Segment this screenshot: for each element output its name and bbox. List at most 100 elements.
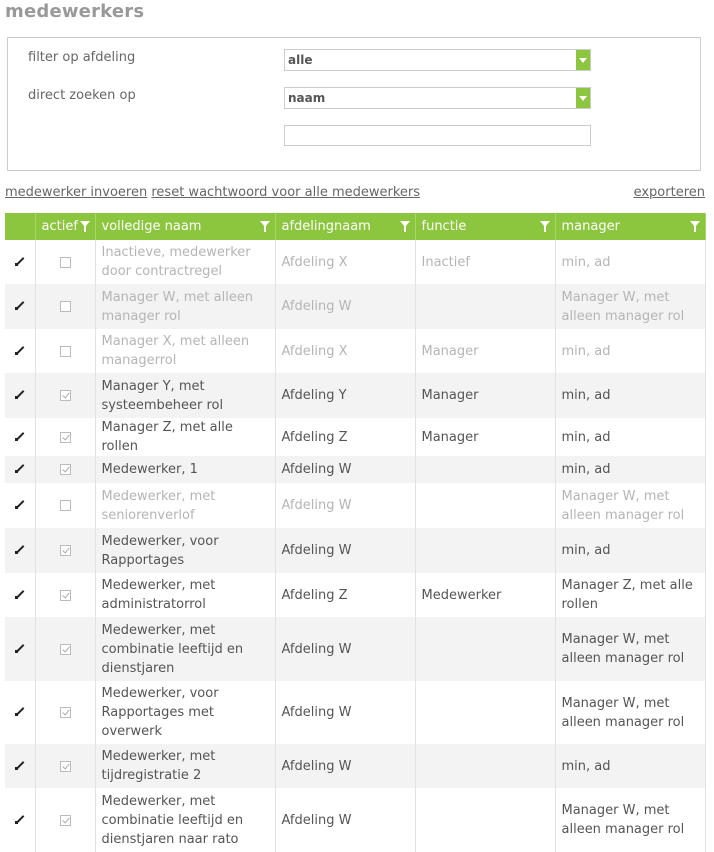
chevron-down-icon[interactable] <box>576 50 590 70</box>
pencil-icon[interactable] <box>14 814 25 824</box>
active-checkbox <box>59 301 71 312</box>
export-link[interactable]: exporteren <box>634 185 705 200</box>
header-function-label: functie <box>421 219 467 234</box>
chevron-down-icon[interactable] <box>576 88 590 108</box>
manager-cell: min, ad <box>555 528 706 573</box>
active-cell <box>35 573 96 617</box>
table-row[interactable]: Medewerker, met administratorrol Afdeling… <box>5 573 706 617</box>
funnel-icon[interactable] <box>539 221 550 232</box>
edit-cell[interactable] <box>5 528 36 573</box>
manager-cell: Manager W, met alleen manager rol <box>555 483 706 528</box>
edit-cell[interactable] <box>5 284 36 329</box>
active-checkbox <box>59 545 71 556</box>
department-select[interactable]: alle <box>284 49 591 71</box>
department-cell: Afdeling W <box>275 284 416 329</box>
search-field-select[interactable]: naam <box>284 87 591 109</box>
name-cell[interactable]: Manager W, met alleen manager rol <box>95 284 276 329</box>
name-cell[interactable]: Medewerker, met tijdregistratie 2 <box>95 744 276 788</box>
name-cell[interactable]: Medewerker, met combinatie leeftijd en d… <box>95 617 276 681</box>
department-cell: Afdeling W <box>275 456 416 483</box>
edit-cell[interactable] <box>5 329 36 373</box>
table-row[interactable]: Medewerker, met seniorenverlof Afdeling W… <box>5 483 706 528</box>
function-cell <box>415 681 556 744</box>
active-cell <box>35 617 96 681</box>
name-cell[interactable]: Medewerker, met administratorrol <box>95 573 276 617</box>
header-function[interactable]: functie <box>415 213 556 240</box>
table-row[interactable]: Medewerker, met combinatie leeftijd en d… <box>5 617 706 681</box>
name-cell[interactable]: Medewerker, voor Rapportages <box>95 528 276 573</box>
table-row[interactable]: Medewerker, voor Rapportages Afdeling W mi… <box>5 528 706 573</box>
edit-cell[interactable] <box>5 483 36 528</box>
department-cell: Afdeling Z <box>275 573 416 617</box>
manager-cell: min, ad <box>555 456 706 483</box>
active-checkbox <box>59 814 71 826</box>
function-cell <box>415 744 556 788</box>
name-cell[interactable]: Manager Y, met systeembeheer rol <box>95 373 276 418</box>
edit-cell[interactable] <box>5 573 36 617</box>
name-cell[interactable]: Inactieve, medewerker door contractregel <box>95 240 276 284</box>
table-row[interactable]: Manager Z, met alle rollen Afdeling Z Mana… <box>5 418 706 456</box>
pencil-icon[interactable] <box>14 589 25 599</box>
manager-cell: min, ad <box>555 373 706 418</box>
search-input[interactable] <box>284 125 591 146</box>
header-department[interactable]: afdelingnaam <box>275 213 416 240</box>
table-row[interactable]: Manager X, met alleen managerrol Afdeling… <box>5 329 706 373</box>
name-cell[interactable]: Manager Z, met alle rollen <box>95 418 276 456</box>
header-manager-label: manager <box>561 219 620 234</box>
header-name[interactable]: volledige naam <box>95 213 276 240</box>
edit-cell[interactable] <box>5 456 36 483</box>
funnel-icon[interactable] <box>689 221 700 232</box>
name-cell[interactable]: Manager X, met alleen managerrol <box>95 329 276 373</box>
table-row[interactable]: Inactieve, medewerker door contractregel… <box>5 240 706 284</box>
funnel-icon[interactable] <box>259 221 270 232</box>
manager-cell: min, ad <box>555 240 706 284</box>
edit-cell[interactable] <box>5 240 36 284</box>
active-cell <box>35 744 96 788</box>
header-edit <box>5 213 36 240</box>
pencil-icon[interactable] <box>14 463 25 473</box>
funnel-icon[interactable] <box>79 221 90 232</box>
search-field-label: direct zoeken op <box>28 88 136 103</box>
edit-cell[interactable] <box>5 788 36 852</box>
manager-cell: min, ad <box>555 329 706 373</box>
table-row[interactable]: Medewerker, met tijdregistratie 2 Afdelin… <box>5 744 706 788</box>
table-row[interactable]: Medewerker, voor Rapportages met overwer… <box>5 681 706 744</box>
table-row[interactable]: Medewerker, 1 Afdeling W min, ad <box>5 456 706 483</box>
name-cell[interactable]: Medewerker, met seniorenverlof <box>95 483 276 528</box>
edit-cell[interactable] <box>5 617 36 681</box>
employee-table: actief volledige naam afdelingnaam funct… <box>5 213 706 852</box>
pencil-icon[interactable] <box>14 300 25 310</box>
pencil-icon[interactable] <box>14 431 25 441</box>
table-row[interactable]: Manager W, met alleen manager rol Afdelin… <box>5 284 706 329</box>
add-employee-link[interactable]: medewerker invoeren <box>5 185 147 200</box>
edit-cell[interactable] <box>5 418 36 456</box>
pencil-icon[interactable] <box>14 256 25 266</box>
pencil-icon[interactable] <box>14 389 25 399</box>
active-checkbox <box>59 256 71 268</box>
header-active[interactable]: actief <box>35 213 96 240</box>
name-cell[interactable]: Medewerker, met combinatie leeftijd en d… <box>95 788 276 852</box>
pencil-icon[interactable] <box>14 345 25 355</box>
department-cell: Afdeling X <box>275 240 416 284</box>
department-cell: Afdeling Y <box>275 373 416 418</box>
header-manager[interactable]: manager <box>555 213 706 240</box>
department-cell: Afdeling W <box>275 788 416 852</box>
pencil-icon[interactable] <box>14 706 25 716</box>
department-cell: Afdeling W <box>275 483 416 528</box>
pencil-icon[interactable] <box>14 760 25 770</box>
table-row[interactable]: Medewerker, met combinatie leeftijd en d… <box>5 788 706 852</box>
name-cell[interactable]: Medewerker, voor Rapportages met overwer… <box>95 681 276 744</box>
pencil-icon[interactable] <box>14 544 25 554</box>
manager-cell: Manager W, met alleen manager rol <box>555 617 706 681</box>
pencil-icon[interactable] <box>14 643 25 653</box>
table-row[interactable]: Manager Y, met systeembeheer rol Afdeling… <box>5 373 706 418</box>
reset-passwords-link[interactable]: reset wachtwoord voor alle medewerkers <box>151 185 420 200</box>
manager-cell: min, ad <box>555 744 706 788</box>
edit-cell[interactable] <box>5 744 36 788</box>
active-checkbox <box>59 707 71 718</box>
funnel-icon[interactable] <box>399 221 410 232</box>
edit-cell[interactable] <box>5 681 36 744</box>
name-cell[interactable]: Medewerker, 1 <box>95 456 276 483</box>
pencil-icon[interactable] <box>14 499 25 509</box>
edit-cell[interactable] <box>5 373 36 418</box>
